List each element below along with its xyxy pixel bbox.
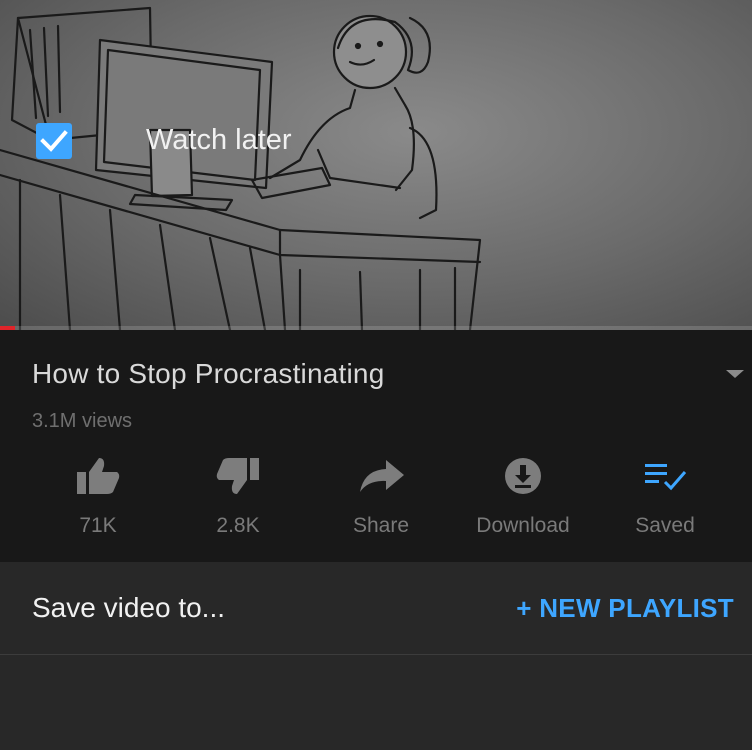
video-title[interactable]: How to Stop Procrastinating — [32, 358, 384, 390]
share-button[interactable]: Share — [311, 456, 451, 546]
like-count: 71K — [79, 514, 117, 537]
save-panel-header: Save video to... + NEW PLAYLIST — [0, 562, 752, 655]
share-label: Share — [352, 514, 410, 537]
playlist-item-watch-later[interactable] — [0, 655, 752, 750]
thumbs-up-icon — [73, 456, 123, 496]
dislike-count: 2.8K — [216, 514, 260, 537]
saved-label: Saved — [635, 514, 695, 537]
dislike-button[interactable]: 2.8K — [168, 456, 308, 546]
download-button[interactable]: Download — [453, 456, 593, 546]
save-panel-title: Save video to... — [32, 592, 226, 623]
view-count: 3.1M views — [32, 410, 133, 432]
checkmark-icon — [40, 130, 68, 152]
watch-later-checkbox[interactable] — [36, 123, 72, 159]
expand-description-icon[interactable] — [726, 370, 744, 378]
save-to-playlist-panel: Save video to... + NEW PLAYLIST — [0, 562, 752, 750]
thumbs-down-icon — [213, 456, 263, 496]
video-player[interactable] — [0, 0, 752, 330]
saved-button[interactable]: Saved — [595, 456, 735, 546]
action-bar: 71K 2.8K Share Download Saved — [0, 456, 752, 546]
new-playlist-button[interactable]: + NEW PLAYLIST — [516, 593, 734, 624]
video-info: How to Stop Procrastinating 3.1M views 7… — [0, 330, 752, 562]
playlist-item-label: Watch later — [146, 124, 292, 156]
like-button[interactable]: 71K — [28, 456, 168, 546]
saved-playlist-icon — [640, 456, 690, 496]
download-icon — [498, 456, 548, 496]
video-thumbnail — [0, 6, 482, 330]
share-icon — [356, 456, 406, 496]
download-label: Download — [476, 514, 570, 537]
